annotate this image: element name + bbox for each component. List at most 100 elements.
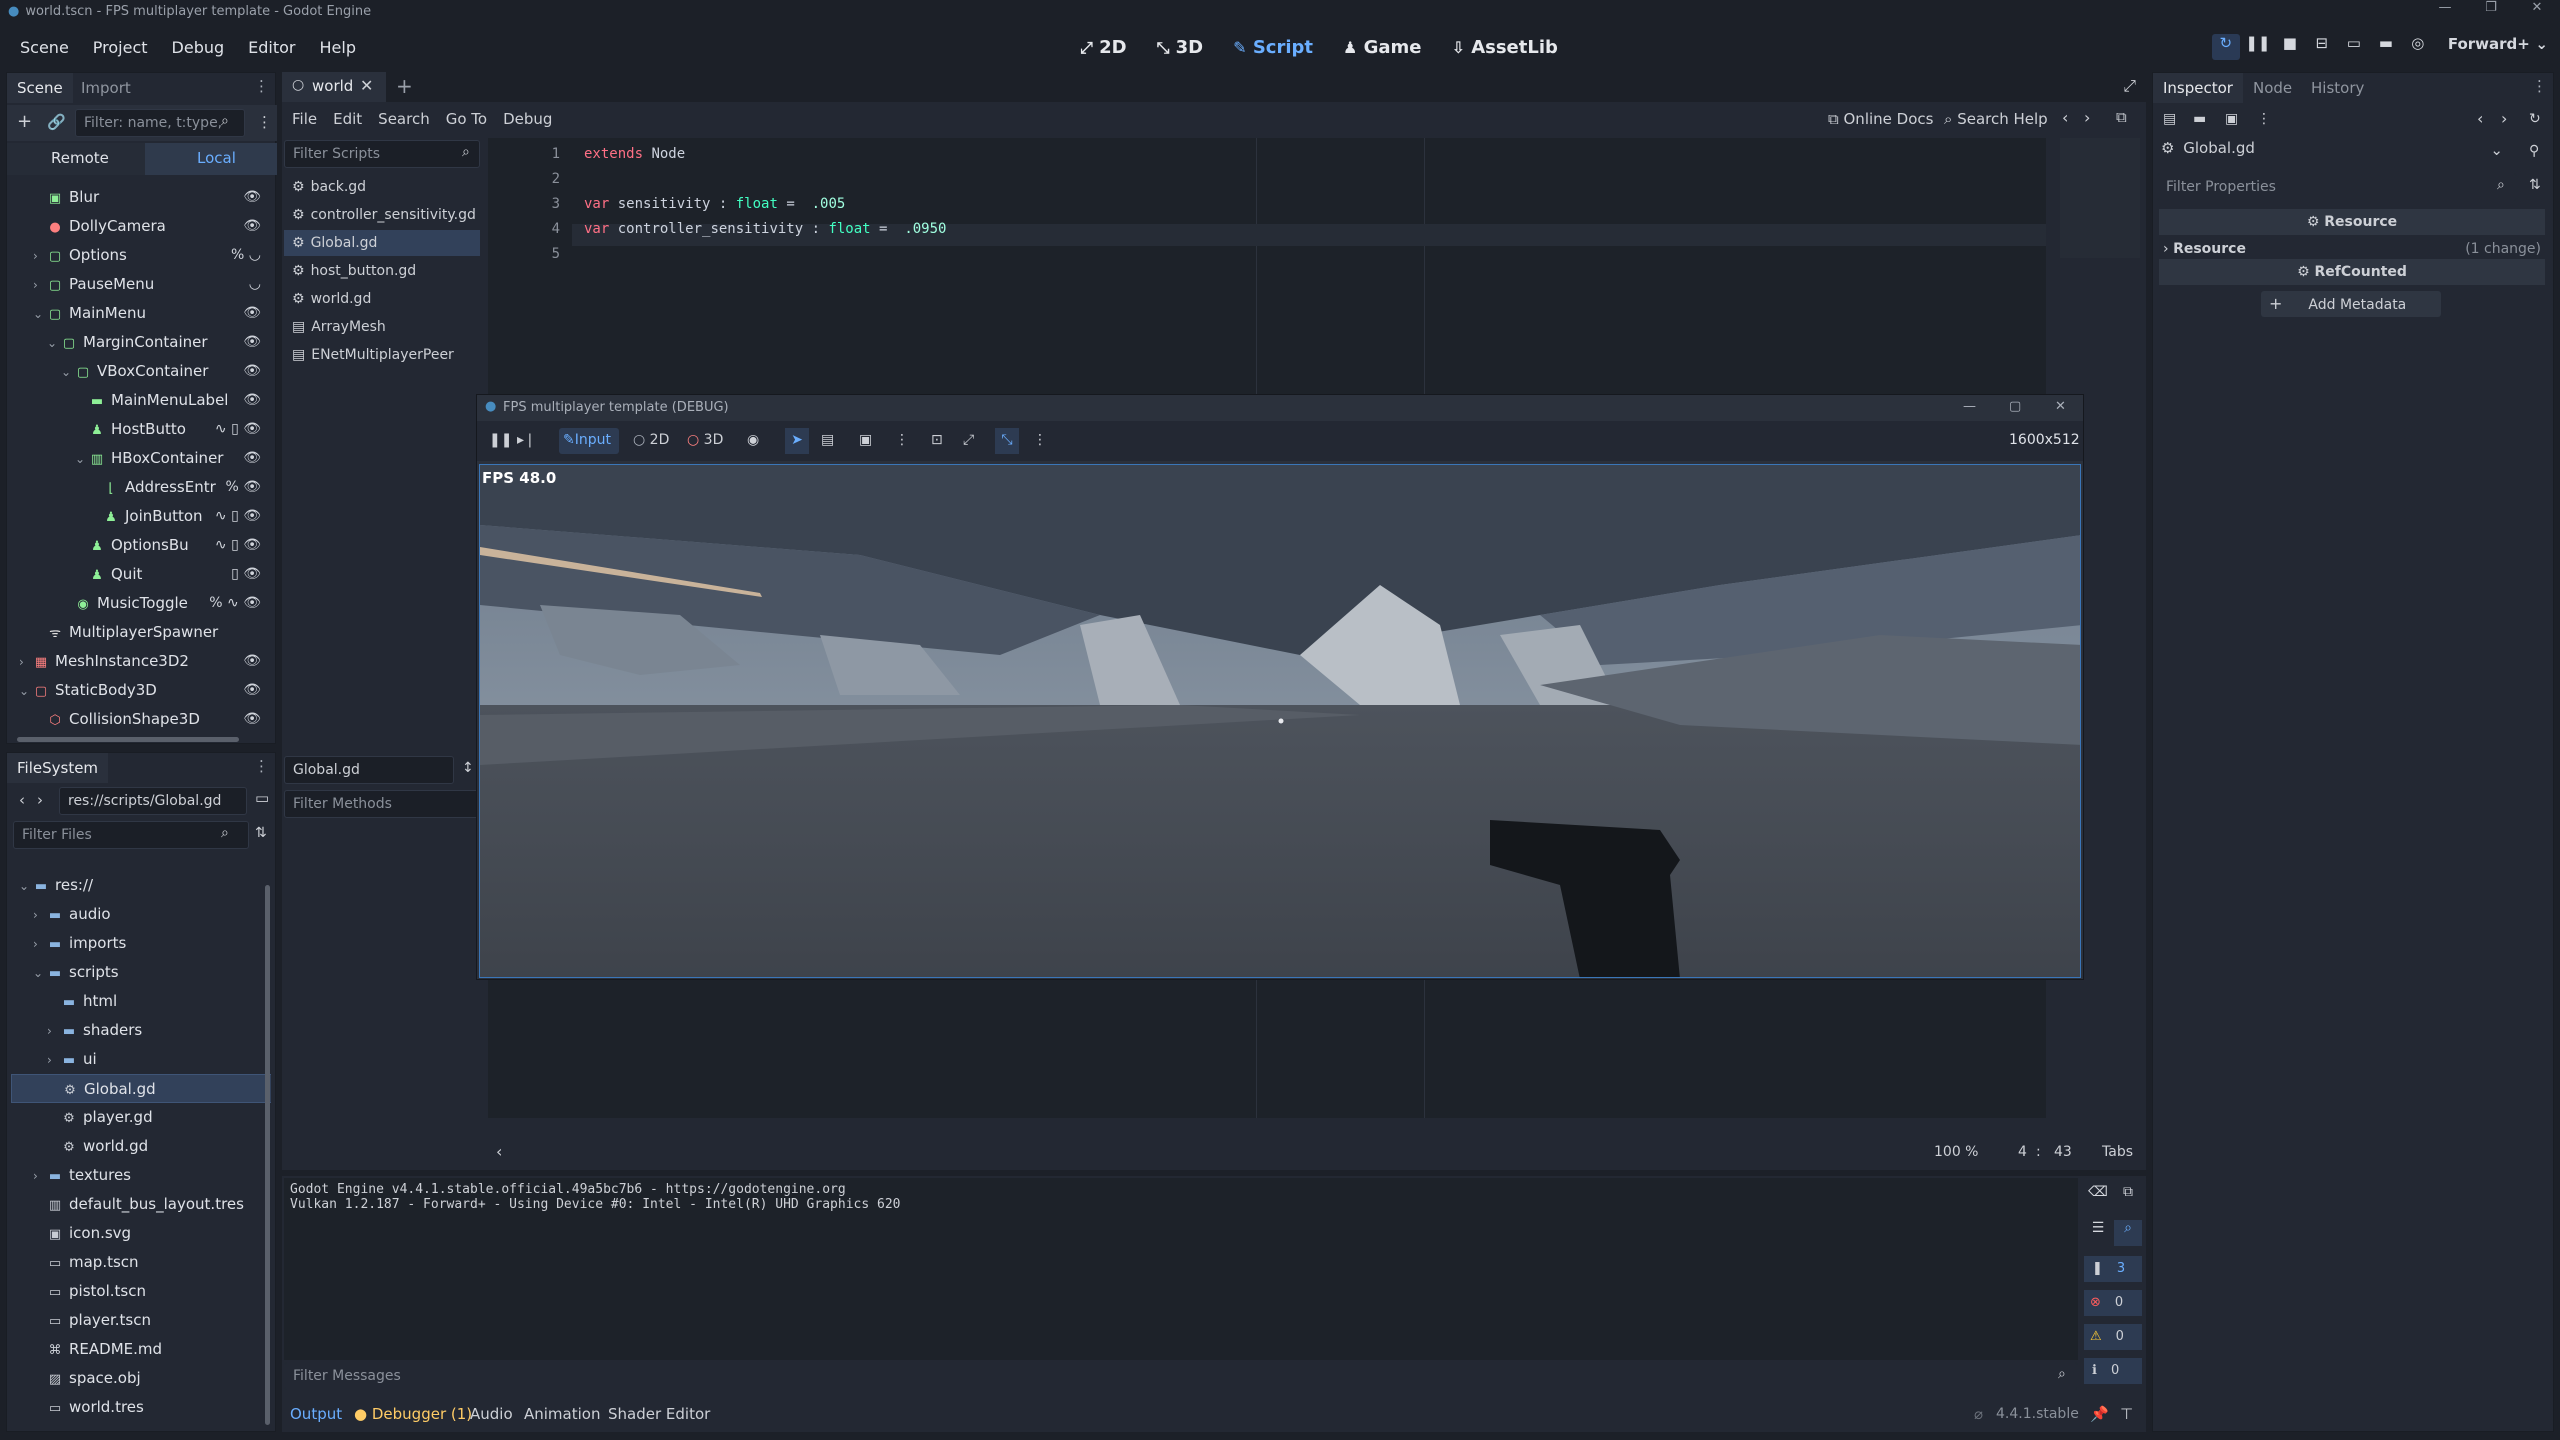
filter-info-toggle[interactable]: ℹ0 (2084, 1358, 2142, 1384)
visibility-icon[interactable]: ◉ (747, 432, 759, 448)
dock-menu-icon[interactable]: ⋮ (254, 757, 269, 775)
expand-arrow-icon[interactable]: › (47, 1017, 61, 1046)
pin-icon[interactable]: 📌 (2090, 1398, 2109, 1430)
file-row[interactable]: ▬ html (11, 987, 271, 1016)
menu-editor[interactable]: Editor (236, 38, 307, 57)
mode-2d-button[interactable]: ○ 2D (633, 432, 669, 448)
node-flags-icon[interactable]: 👁 (243, 183, 261, 212)
path-field[interactable]: res://scripts/Global.gd (59, 787, 247, 815)
list-select-icon[interactable]: ▤ (821, 432, 834, 448)
sort-icon[interactable]: ⇅ (255, 825, 267, 841)
sort-properties-icon[interactable]: ⇅ (2529, 177, 2541, 193)
node-flags-icon[interactable]: 👁 (243, 212, 261, 241)
output-log[interactable]: Godot Engine v4.4.1.stable.official.49a5… (284, 1178, 2078, 1360)
resource-category-row[interactable]: › Resource (1 change) (2159, 237, 2545, 261)
node-row[interactable]: ⌄ ▥ HBoxContainer 👁 (11, 444, 275, 473)
filter-methods-input[interactable]: Filter Methods (284, 790, 480, 818)
add-node-icon[interactable]: + (17, 111, 32, 132)
expand-panel-icon[interactable]: ⊤ (2120, 1398, 2133, 1430)
remote-tab[interactable]: Remote (51, 149, 109, 167)
add-scene-tab-icon[interactable]: + (396, 74, 413, 98)
node-row[interactable]: ⌄ ▢ MarginContainer 👁 (11, 328, 275, 357)
script-menu-search[interactable]: Search (378, 110, 430, 128)
bottom-tab-output[interactable]: Output (290, 1398, 342, 1430)
maximize-button[interactable]: ❐ (2468, 0, 2514, 15)
stop-icon[interactable]: ■ (2276, 34, 2304, 60)
sort-icon[interactable]: ↕ (462, 760, 474, 776)
filter-warnings-toggle[interactable]: ⚠ 0 (2084, 1324, 2142, 1350)
node-flags-icon[interactable]: 👁 (243, 328, 261, 357)
dock-menu-icon[interactable]: ⋮ (2532, 77, 2547, 95)
stretch-icon[interactable]: ⤢ (963, 432, 974, 448)
close-window-button[interactable]: ✕ (2055, 399, 2066, 414)
node-row[interactable]: ⌄ ▢ StaticBody3D 👁 (11, 676, 275, 705)
node-row[interactable]: ⌊ AddressEntr % 👁 (11, 473, 275, 502)
node-row[interactable]: › ▦ MeshInstance3D2 👁 (11, 647, 275, 676)
node-flags-icon[interactable]: 👁 (243, 676, 261, 705)
reload-icon[interactable]: ↻ (2211, 34, 2240, 60)
file-row[interactable]: › ▬ shaders (11, 1016, 271, 1045)
node-row[interactable]: ♟ JoinButton ∿ ▯ 👁 (11, 502, 275, 531)
bottom-tab-audio[interactable]: Audio (470, 1398, 513, 1430)
file-row[interactable]: ⌄ ▬ scripts (11, 958, 271, 987)
expand-arrow-icon[interactable]: › (33, 1162, 47, 1191)
bottom-tab-shader-editor[interactable]: Shader Editor (608, 1398, 710, 1430)
file-row[interactable]: ⚙ player.gd (11, 1103, 271, 1132)
history-forward-icon[interactable]: › (2501, 109, 2507, 128)
maximize-button[interactable]: ▢ (2009, 399, 2021, 414)
expand-arrow-icon[interactable]: › (33, 271, 47, 300)
game-viewport[interactable]: FPS 48.0 (479, 464, 2081, 978)
node-row[interactable]: ● DollyCamera 👁 (11, 212, 275, 241)
file-row[interactable]: ▣ icon.svg (11, 1219, 271, 1248)
node-flags-icon[interactable]: ∿ ▯ 👁 (215, 415, 261, 444)
node-row[interactable]: ▬ MainMenuLabel 👁 (11, 386, 275, 415)
scene-filter-input[interactable]: Filter: name, t:type, (75, 109, 245, 137)
resource-selector[interactable]: ⚙ Global.gd ⌄ (2157, 139, 2507, 167)
file-row[interactable]: ▭ pistol.tscn (11, 1277, 271, 1306)
camera-icon[interactable]: ▣ (859, 432, 872, 448)
file-tree-scrollbar[interactable] (265, 885, 270, 1425)
node-flags-icon[interactable]: 👁 (243, 299, 261, 328)
tab-filesystem[interactable]: FileSystem (7, 753, 109, 783)
expand-arrow-icon[interactable]: › (19, 648, 33, 677)
file-row[interactable]: ⌄ ▬ res:// (11, 871, 271, 900)
node-row[interactable]: ⌄ ▢ VBoxContainer 👁 (11, 357, 275, 386)
search-icon[interactable]: ⌕ (2114, 1220, 2142, 1246)
run-custom-scene-icon[interactable]: ▬ (2372, 34, 2400, 60)
pause-icon[interactable]: ❚❚ (489, 432, 512, 448)
filter-errors-toggle[interactable]: ⊗ 0 (2084, 1290, 2142, 1316)
file-row[interactable]: ▭ player.tscn (11, 1306, 271, 1335)
script-menu-goto[interactable]: Go To (446, 110, 487, 128)
mode-3d-button[interactable]: ○ 3D (687, 432, 723, 448)
file-row[interactable]: ⚙ world.gd (11, 1132, 271, 1161)
node-row[interactable]: ♟ OptionsBu ∿ ▯ 👁 (11, 531, 275, 560)
node-flags-icon[interactable]: % 👁 (225, 473, 261, 502)
more-icon[interactable]: ⋮ (895, 432, 909, 448)
file-row[interactable]: ▥ default_bus_layout.tres (11, 1190, 271, 1219)
distraction-free-icon[interactable]: ⤢ (2123, 76, 2136, 96)
remote-debug-icon[interactable]: ⊟ (2308, 34, 2336, 60)
node-flags-icon[interactable]: 👁 (243, 647, 261, 676)
node-flags-icon[interactable]: 👁 (243, 386, 261, 415)
menu-debug[interactable]: Debug (160, 38, 237, 57)
object-tools-icon[interactable]: ⚲ (2529, 143, 2539, 159)
add-metadata-button[interactable]: + Add Metadata (2261, 291, 2441, 317)
select-icon[interactable]: ➤ (785, 428, 809, 454)
filter-menu-icon[interactable]: ⋮ (257, 113, 272, 131)
tab-inspector[interactable]: Inspector (2153, 73, 2243, 103)
script-list-item[interactable]: ⚙ world.gd (284, 286, 480, 312)
renderer-selector[interactable]: Forward+ ⌄ (2436, 34, 2560, 60)
scene-tree-scrollbar[interactable] (17, 737, 239, 742)
file-row[interactable]: › ▬ ui (11, 1045, 271, 1074)
bottom-tab-debugger[interactable]: ● Debugger (1) (354, 1398, 472, 1430)
object-history-icon[interactable]: ↻ (2529, 111, 2541, 127)
script-menu-edit[interactable]: Edit (333, 110, 362, 128)
next-script-icon[interactable]: › (2084, 108, 2090, 127)
link-icon[interactable]: 🔗 (47, 113, 66, 131)
back-icon[interactable]: ‹ (19, 791, 25, 809)
filter-properties-input[interactable]: Filter Properties (2157, 173, 2517, 201)
file-row[interactable]: ▨ space.obj (11, 1364, 271, 1393)
expand-arrow-icon[interactable]: ⌄ (33, 300, 47, 329)
node-flags-icon[interactable]: 👁 (243, 705, 261, 729)
workspace-script[interactable]: ✎ Script (1221, 33, 1325, 62)
